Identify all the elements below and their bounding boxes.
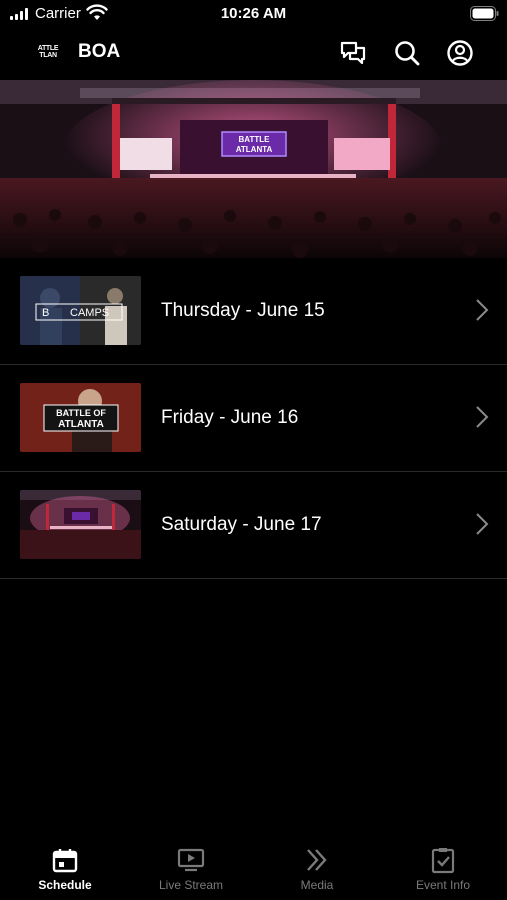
day-thumbnail xyxy=(20,490,141,559)
thumb-caption-line2: ATLANTA xyxy=(58,419,104,430)
svg-text:ATLANTA: ATLANTA xyxy=(236,145,273,154)
clipboard-check-icon xyxy=(431,848,455,874)
status-bar: Carrier 10:26 AM xyxy=(0,0,507,28)
chat-bubbles-icon[interactable] xyxy=(338,38,368,68)
thumb-caption-b: CAMPS xyxy=(70,307,109,319)
chevron-right-icon xyxy=(476,406,489,428)
chevron-right-icon xyxy=(476,299,489,321)
svg-text:BATTLE: BATTLE xyxy=(239,135,271,144)
battery-icon xyxy=(470,6,499,21)
tab-label: Media xyxy=(300,878,334,892)
schedule-day-thursday[interactable]: B CAMPS Thursday - June 15 xyxy=(0,258,507,365)
tab-media[interactable]: Media xyxy=(254,840,380,900)
tv-play-icon xyxy=(177,848,205,872)
calendar-icon xyxy=(52,849,78,873)
thumb-caption-a: B xyxy=(42,307,49,319)
brand-logo-line1: ATTLE xyxy=(37,45,59,52)
event-stage-image: BATTLE ATLANTA xyxy=(0,80,507,258)
tab-label: Schedule xyxy=(38,878,92,892)
hero-banner-image: BATTLE ATLANTA xyxy=(0,80,507,258)
chevron-right-icon xyxy=(476,513,489,535)
status-time: 10:26 AM xyxy=(220,5,287,22)
app-header: ATTLE TLAN BOA xyxy=(0,28,507,80)
brand-logo-line2: TLAN xyxy=(39,52,57,59)
bottom-tab-bar: Schedule Live Stream Media Event Info xyxy=(0,840,507,900)
double-chevron-icon xyxy=(307,849,327,871)
thumb-caption-line1: BATTLE OF xyxy=(56,408,106,418)
brand-logo[interactable]: ATTLE TLAN xyxy=(34,45,62,61)
day-thumbnail: BATTLE OF ATLANTA xyxy=(20,383,141,452)
day-thumbnail: B CAMPS xyxy=(20,276,141,345)
schedule-list: B CAMPS Thursday - June 15 BATTLE OF ATL… xyxy=(0,258,507,579)
app-title: BOA xyxy=(78,41,121,62)
tab-event-info[interactable]: Event Info xyxy=(380,840,506,900)
tab-live-stream[interactable]: Live Stream xyxy=(128,840,254,900)
account-icon[interactable] xyxy=(445,38,475,68)
schedule-day-friday[interactable]: BATTLE OF ATLANTA Friday - June 16 xyxy=(0,365,507,472)
search-icon[interactable] xyxy=(392,38,422,68)
schedule-day-saturday[interactable]: Saturday - June 17 xyxy=(0,472,507,579)
schedule-day-label: Saturday - June 17 xyxy=(161,514,322,535)
tab-label: Event Info xyxy=(415,878,471,892)
schedule-day-label: Friday - June 16 xyxy=(161,407,299,428)
tab-label: Live Stream xyxy=(158,878,224,892)
tab-schedule[interactable]: Schedule xyxy=(2,840,128,900)
schedule-day-label: Thursday - June 15 xyxy=(161,300,325,321)
